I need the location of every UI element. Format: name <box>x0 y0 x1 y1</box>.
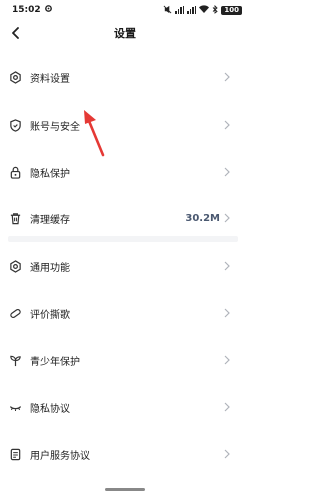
mute-icon <box>163 5 172 16</box>
wifi-icon <box>199 5 210 15</box>
bluetooth-icon <box>212 4 219 16</box>
chevron-right-icon <box>224 308 232 318</box>
settings-item-rate-app[interactable]: 评价撕歌 <box>0 290 250 336</box>
chevron-right-icon <box>224 355 232 365</box>
back-arrow-icon[interactable] <box>6 23 26 43</box>
settings-item-privacy-policy[interactable]: 隐私协议 <box>0 384 250 430</box>
settings-item-profile[interactable]: 资料设置 <box>0 54 250 100</box>
status-icons: 100 <box>163 4 242 16</box>
settings-item-privacy-protection[interactable]: 隐私保护 <box>0 149 250 195</box>
chevron-right-icon <box>224 72 232 82</box>
page-title: 设置 <box>114 27 136 40</box>
status-time: 15:02 <box>12 5 41 15</box>
gear-icon <box>8 259 22 273</box>
status-bar: 15:02 100 <box>0 0 250 20</box>
section-divider <box>8 236 238 242</box>
pill-icon <box>8 306 22 320</box>
document-icon <box>8 447 22 461</box>
home-indicator[interactable] <box>105 488 145 491</box>
settings-item-label: 评价撕歌 <box>30 309 70 321</box>
chevron-right-icon <box>224 213 232 223</box>
chevron-right-icon <box>224 120 232 130</box>
signal-icon <box>175 6 185 14</box>
settings-item-label: 隐私协议 <box>30 403 70 415</box>
settings-item-label: 用户服务协议 <box>30 450 90 462</box>
battery-indicator: 100 <box>221 5 242 15</box>
settings-item-general[interactable]: 通用功能 <box>0 243 250 289</box>
settings-item-label: 通用功能 <box>30 262 70 274</box>
settings-gear-icon <box>44 4 53 16</box>
chevron-right-icon <box>224 261 232 271</box>
shield-icon <box>8 118 22 132</box>
chevron-right-icon <box>224 402 232 412</box>
status-left: 15:02 <box>12 4 53 16</box>
signal-icon-2 <box>187 6 197 14</box>
settings-item-clear-cache[interactable]: 清理缓存 30.2M <box>0 195 250 241</box>
settings-item-label: 账号与安全 <box>30 121 80 133</box>
sprout-icon <box>8 353 22 367</box>
settings-item-account-security[interactable]: 账号与安全 <box>0 102 250 148</box>
settings-item-label: 资料设置 <box>30 73 70 85</box>
settings-item-user-agreement[interactable]: 用户服务协议 <box>0 431 250 477</box>
closed-eye-icon <box>8 400 22 414</box>
settings-item-label: 青少年保护 <box>30 356 80 368</box>
settings-item-label: 隐私保护 <box>30 168 70 180</box>
settings-item-label: 清理缓存 <box>30 214 70 226</box>
chevron-right-icon <box>224 167 232 177</box>
cache-size-value: 30.2M <box>185 212 220 224</box>
settings-item-youth-protection[interactable]: 青少年保护 <box>0 337 250 383</box>
chevron-right-icon <box>224 449 232 459</box>
gear-icon <box>8 70 22 84</box>
header: 设置 <box>0 20 250 46</box>
trash-icon <box>8 211 22 225</box>
lock-icon <box>8 165 22 179</box>
